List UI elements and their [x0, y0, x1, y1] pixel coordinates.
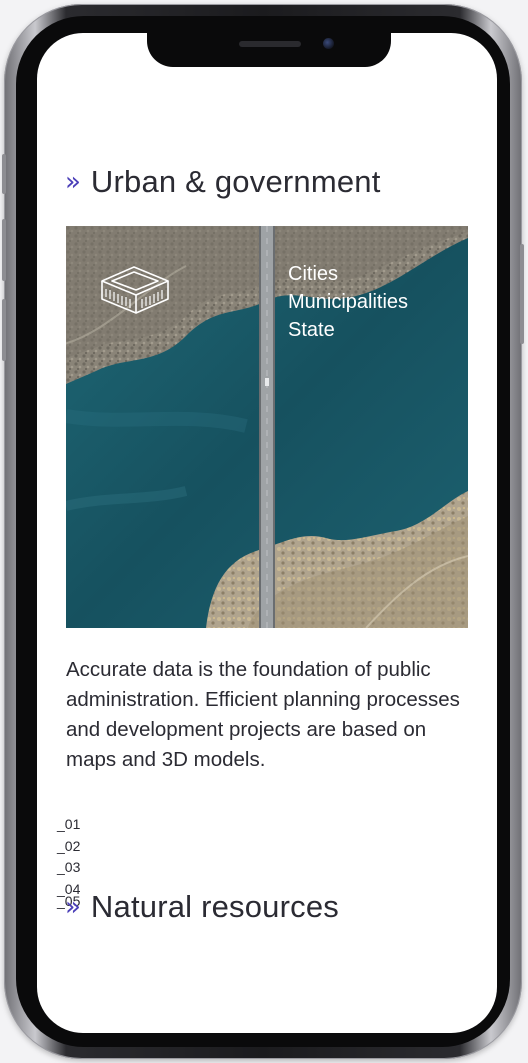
camera-icon [323, 38, 334, 49]
section-title: Natural resources [90, 889, 339, 924]
phone-power-button [520, 244, 524, 344]
chevron-right-double-icon: » [65, 167, 81, 197]
phone-side-button [2, 154, 6, 194]
index-item-01[interactable]: _01 [57, 814, 80, 836]
section-header-urban[interactable]: » Urban & government [65, 164, 381, 200]
phone-volume-down-button [2, 299, 6, 361]
section-title: Urban & government [90, 164, 381, 199]
hero-image: Cities Municipalities State [66, 226, 468, 628]
phone-volume-up-button [2, 219, 6, 281]
speaker-icon [239, 41, 301, 47]
section-description: Accurate data is the foundation of publi… [66, 658, 460, 771]
hero-labels: Cities Municipalities State [288, 260, 408, 344]
phone-notch [147, 33, 391, 67]
chevron-right-double-icon: » [65, 892, 81, 922]
building-outline-icon [101, 266, 169, 314]
hero-label-cities: Cities [288, 263, 339, 285]
section-header-natural-resources[interactable]: » Natural resources [65, 889, 339, 925]
phone-screen: » Urban & government Cities Municipaliti… [37, 33, 497, 1033]
hero-label-state: State [288, 319, 335, 341]
hero-label-municipalities: Municipalities [288, 291, 409, 313]
index-item-03[interactable]: _03 [57, 857, 80, 879]
index-item-02[interactable]: _02 [57, 836, 80, 858]
